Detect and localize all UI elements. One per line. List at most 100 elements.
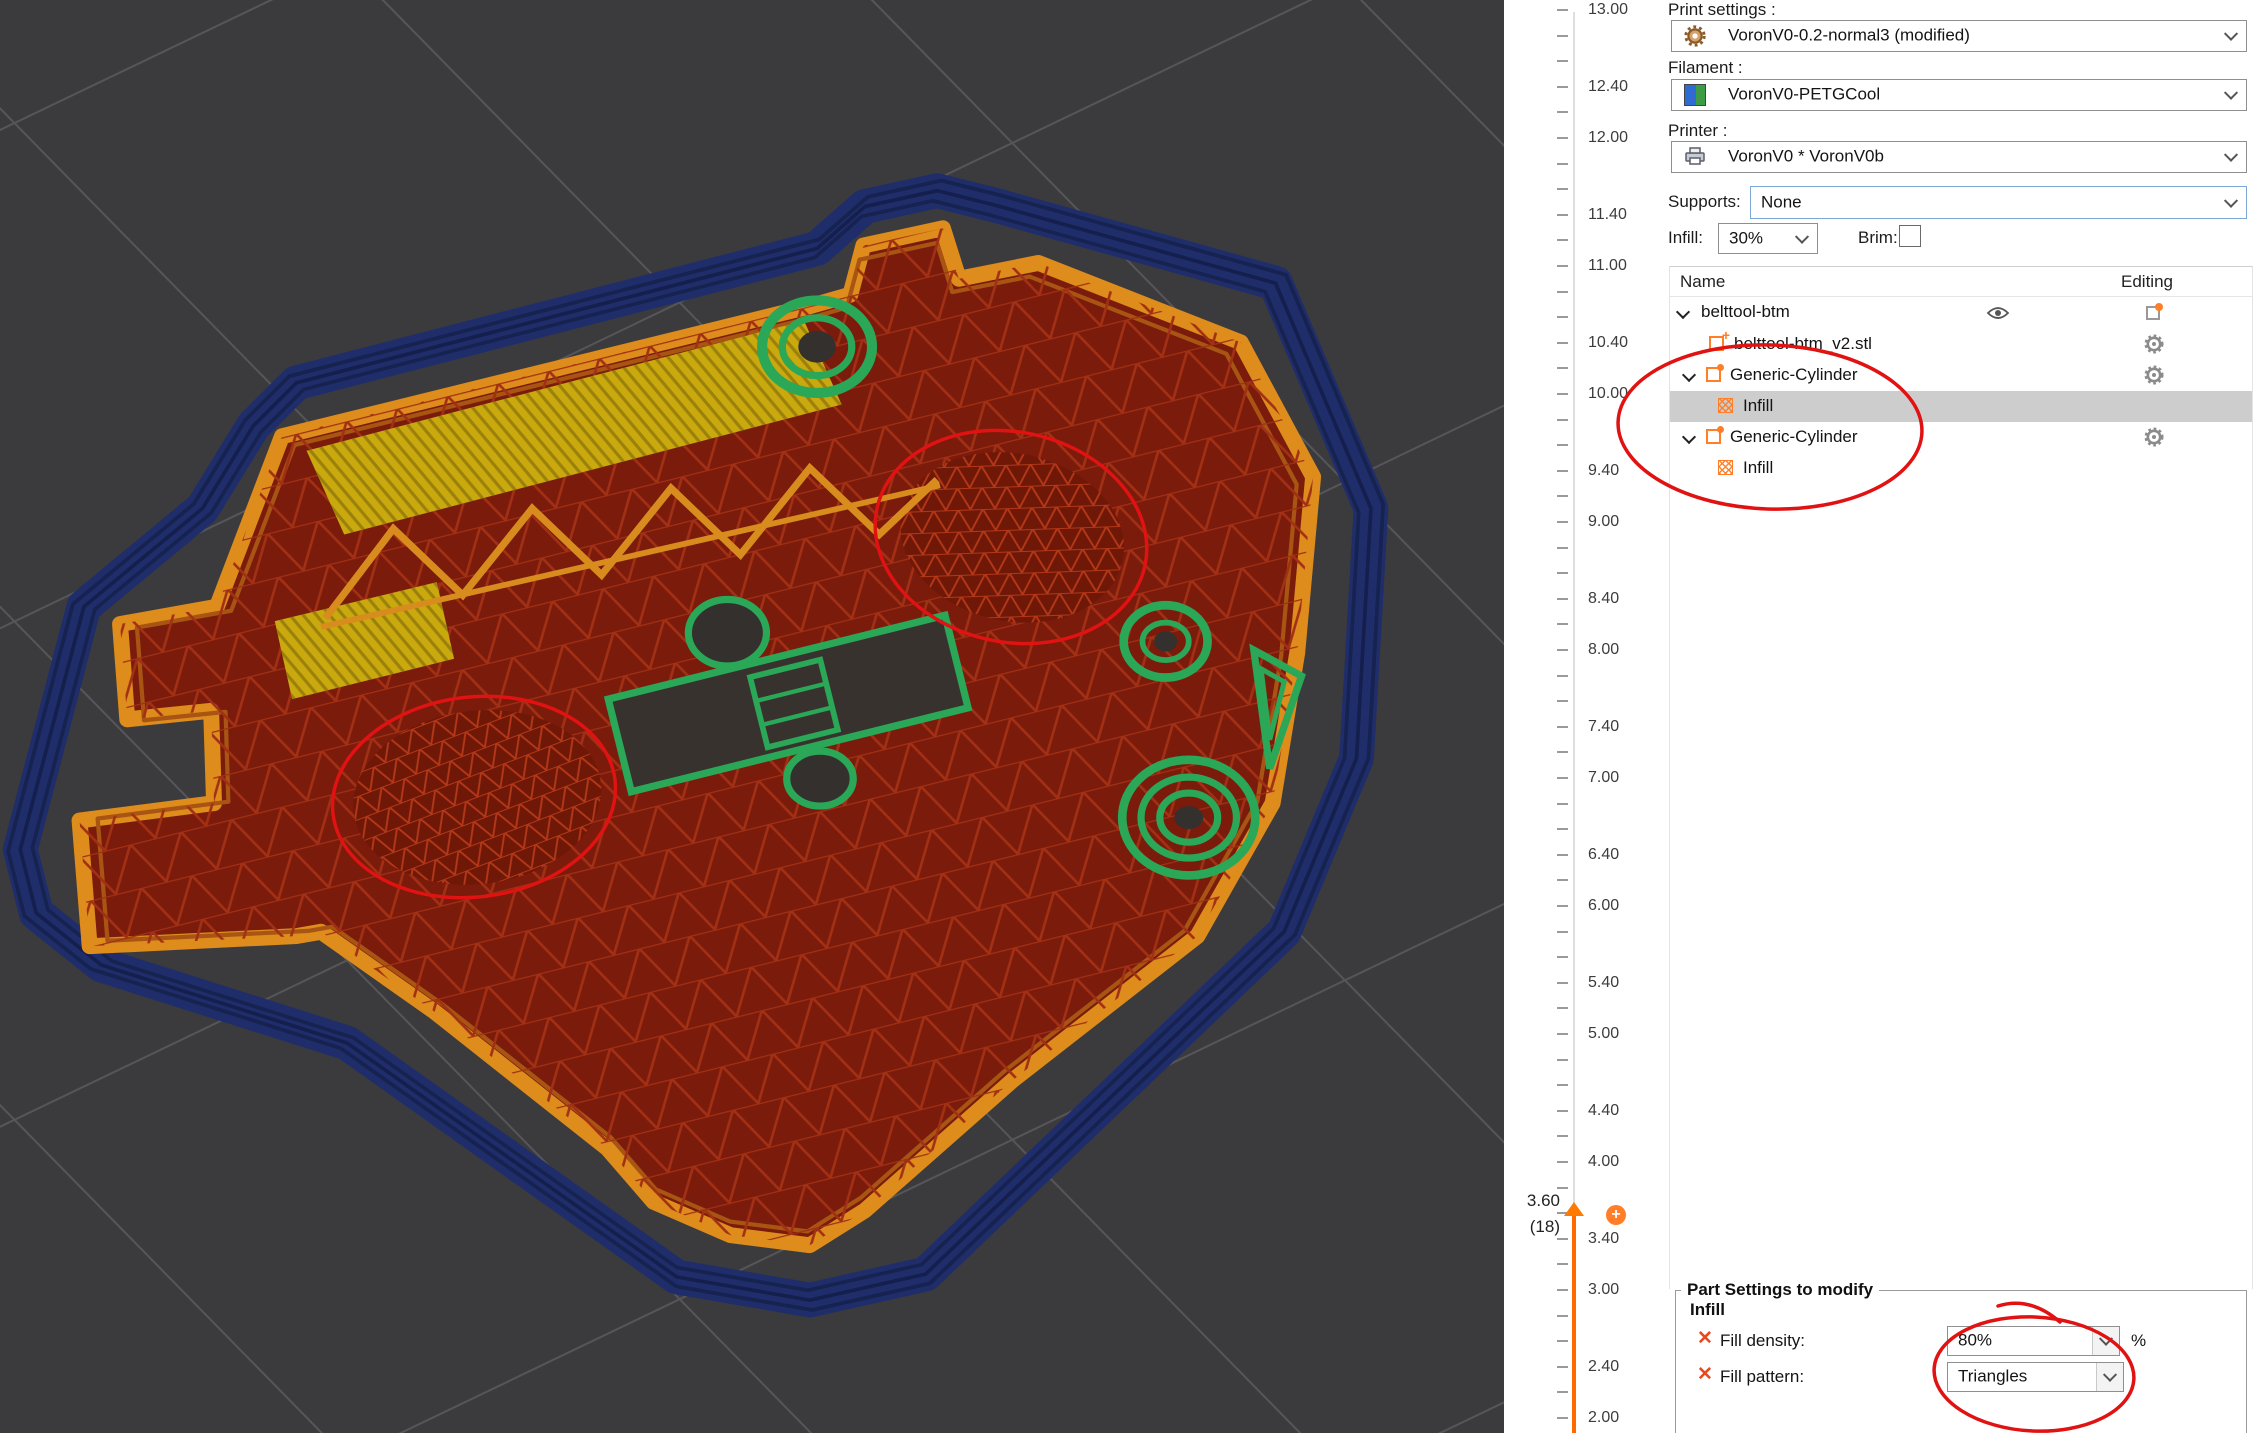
editing-column-header: Editing <box>2121 272 2173 292</box>
tree-row-label: Generic-Cylinder <box>1730 365 1858 385</box>
ruler-tick <box>1557 547 1568 549</box>
layer-slider[interactable]: 13.0012.4012.0011.4011.0010.4010.009.409… <box>1504 0 1665 1433</box>
ruler-tick <box>1557 521 1568 523</box>
ruler-tick <box>1557 1007 1568 1009</box>
ruler-tick <box>1557 316 1568 318</box>
infill-select[interactable]: 30% <box>1718 223 1818 254</box>
ruler-tick <box>1557 86 1568 88</box>
remove-setting-icon[interactable]: ✕ <box>1697 1366 1715 1384</box>
tree-row-modifier[interactable]: Generic-Cylinder <box>1670 422 2252 453</box>
ruler-label: 8.00 <box>1588 641 1619 659</box>
ruler-tick <box>1557 1315 1568 1317</box>
gear-icon[interactable] <box>2144 365 2164 390</box>
add-layer-range-icon[interactable]: + <box>1606 1205 1626 1225</box>
object-tree: Name Editing belttool-btm <box>1669 266 2253 1289</box>
print-settings-gear-icon <box>1684 25 1706 47</box>
ruler-tick <box>1557 1110 1568 1112</box>
slider-track-active[interactable] <box>1572 1214 1576 1433</box>
ruler-tick <box>1557 879 1568 881</box>
tree-row-label: Infill <box>1743 458 1773 478</box>
filament-color-icon <box>1684 84 1706 106</box>
chevron-down-icon <box>1795 229 1809 243</box>
ruler-tick <box>1557 1161 1568 1163</box>
fill-pattern-label: Fill pattern: <box>1720 1367 1804 1387</box>
tree-row-label: belttool-btm <box>1701 302 1790 322</box>
eye-icon[interactable] <box>1986 305 2010 326</box>
ruler-label: 6.40 <box>1588 846 1619 864</box>
print-settings-select[interactable]: VoronV0-0.2-normal3 (modified) <box>1671 20 2247 52</box>
object-settings-icon[interactable] <box>2144 302 2164 327</box>
tree-row-label: Generic-Cylinder <box>1730 427 1858 447</box>
tree-row-infill[interactable]: Infill <box>1670 453 2252 484</box>
ruler-tick <box>1557 751 1568 753</box>
fill-pattern-select[interactable]: Triangles <box>1947 1362 2124 1392</box>
ruler-label: 9.40 <box>1588 462 1619 480</box>
ruler-tick <box>1557 495 1568 497</box>
printer-select[interactable]: VoronV0 * VoronV0b <box>1671 141 2247 173</box>
filament-select[interactable]: VoronV0-PETGCool <box>1671 79 2247 111</box>
remove-setting-icon[interactable]: ✕ <box>1697 1330 1715 1348</box>
chevron-down-icon <box>2224 27 2238 41</box>
hole-ring-bottom-right <box>1122 760 1255 876</box>
ruler-tick <box>1557 675 1568 677</box>
chevron-down-icon[interactable] <box>1682 430 1696 444</box>
ruler-tick <box>1557 1059 1568 1061</box>
ruler-label: 7.40 <box>1588 718 1619 736</box>
chevron-down-icon[interactable] <box>1682 368 1696 382</box>
filament-label: Filament : <box>1668 58 1743 78</box>
ruler-tick <box>1557 60 1568 62</box>
ruler-label: 4.00 <box>1588 1153 1619 1171</box>
ruler-tick <box>1557 1238 1568 1240</box>
ruler-tick <box>1557 1340 1568 1342</box>
ruler-tick <box>1557 367 1568 369</box>
slicer-app: 13.0012.4012.0011.4011.0010.4010.009.409… <box>0 0 2264 1433</box>
slider-track[interactable] <box>1573 12 1575 1214</box>
tree-row-object[interactable]: belttool-btm <box>1670 297 2252 328</box>
printer-value: VoronV0 * VoronV0b <box>1728 147 1884 167</box>
printer-label: Printer : <box>1668 121 1728 141</box>
fill-density-value: 80% <box>1958 1331 1992 1351</box>
ruler-tick <box>1557 239 1568 241</box>
ruler-tick <box>1557 1391 1568 1393</box>
ruler-tick <box>1557 342 1568 344</box>
ruler-tick <box>1557 572 1568 574</box>
3d-viewport[interactable] <box>0 0 1504 1433</box>
current-layer-height: 3.60 <box>1504 1191 1560 1211</box>
supports-label: Supports: <box>1668 192 1741 212</box>
tree-row-infill-selected[interactable]: Infill <box>1670 391 2252 422</box>
gear-icon[interactable] <box>2144 334 2164 359</box>
ruler-tick <box>1557 137 1568 139</box>
chevron-down-icon <box>2224 193 2238 207</box>
tree-row-part[interactable]: belttool-btm_v2.stl <box>1670 329 2252 360</box>
layer-marker-icon[interactable] <box>1564 1202 1584 1216</box>
ruler-tick <box>1557 163 1568 165</box>
ruler-tick <box>1557 1417 1568 1419</box>
ruler-label: 6.00 <box>1588 897 1619 915</box>
fill-density-select[interactable]: 80% <box>1947 1326 2120 1356</box>
supports-value: None <box>1761 192 1802 212</box>
ruler-tick <box>1557 419 1568 421</box>
brim-checkbox[interactable] <box>1899 225 1921 247</box>
ruler-tick <box>1557 214 1568 216</box>
ruler-label: 9.00 <box>1588 513 1619 531</box>
tree-row-label: belttool-btm_v2.stl <box>1734 334 1872 354</box>
ruler-label: 5.00 <box>1588 1025 1619 1043</box>
tree-header: Name Editing <box>1670 267 2252 297</box>
settings-panel: Print settings : VoronV0-0.2-normal3 (mo… <box>1665 0 2264 1433</box>
infill-value: 30% <box>1729 228 1763 248</box>
ruler-label: 2.00 <box>1588 1409 1619 1427</box>
infill-category-label: Infill <box>1690 1300 1725 1320</box>
ruler-tick <box>1557 982 1568 984</box>
tree-row-modifier[interactable]: Generic-Cylinder <box>1670 360 2252 391</box>
ruler-tick <box>1557 649 1568 651</box>
gear-icon[interactable] <box>2144 427 2164 452</box>
infill-icon <box>1718 460 1733 475</box>
ruler-label: 2.40 <box>1588 1358 1619 1376</box>
ruler-tick <box>1557 393 1568 395</box>
ruler-tick <box>1557 1187 1568 1189</box>
chevron-down-icon <box>2224 148 2238 162</box>
chevron-down-icon[interactable] <box>1676 305 1690 319</box>
brim-label: Brim: <box>1858 228 1898 248</box>
ruler-label: 12.00 <box>1588 129 1628 147</box>
supports-select[interactable]: None <box>1750 186 2247 219</box>
